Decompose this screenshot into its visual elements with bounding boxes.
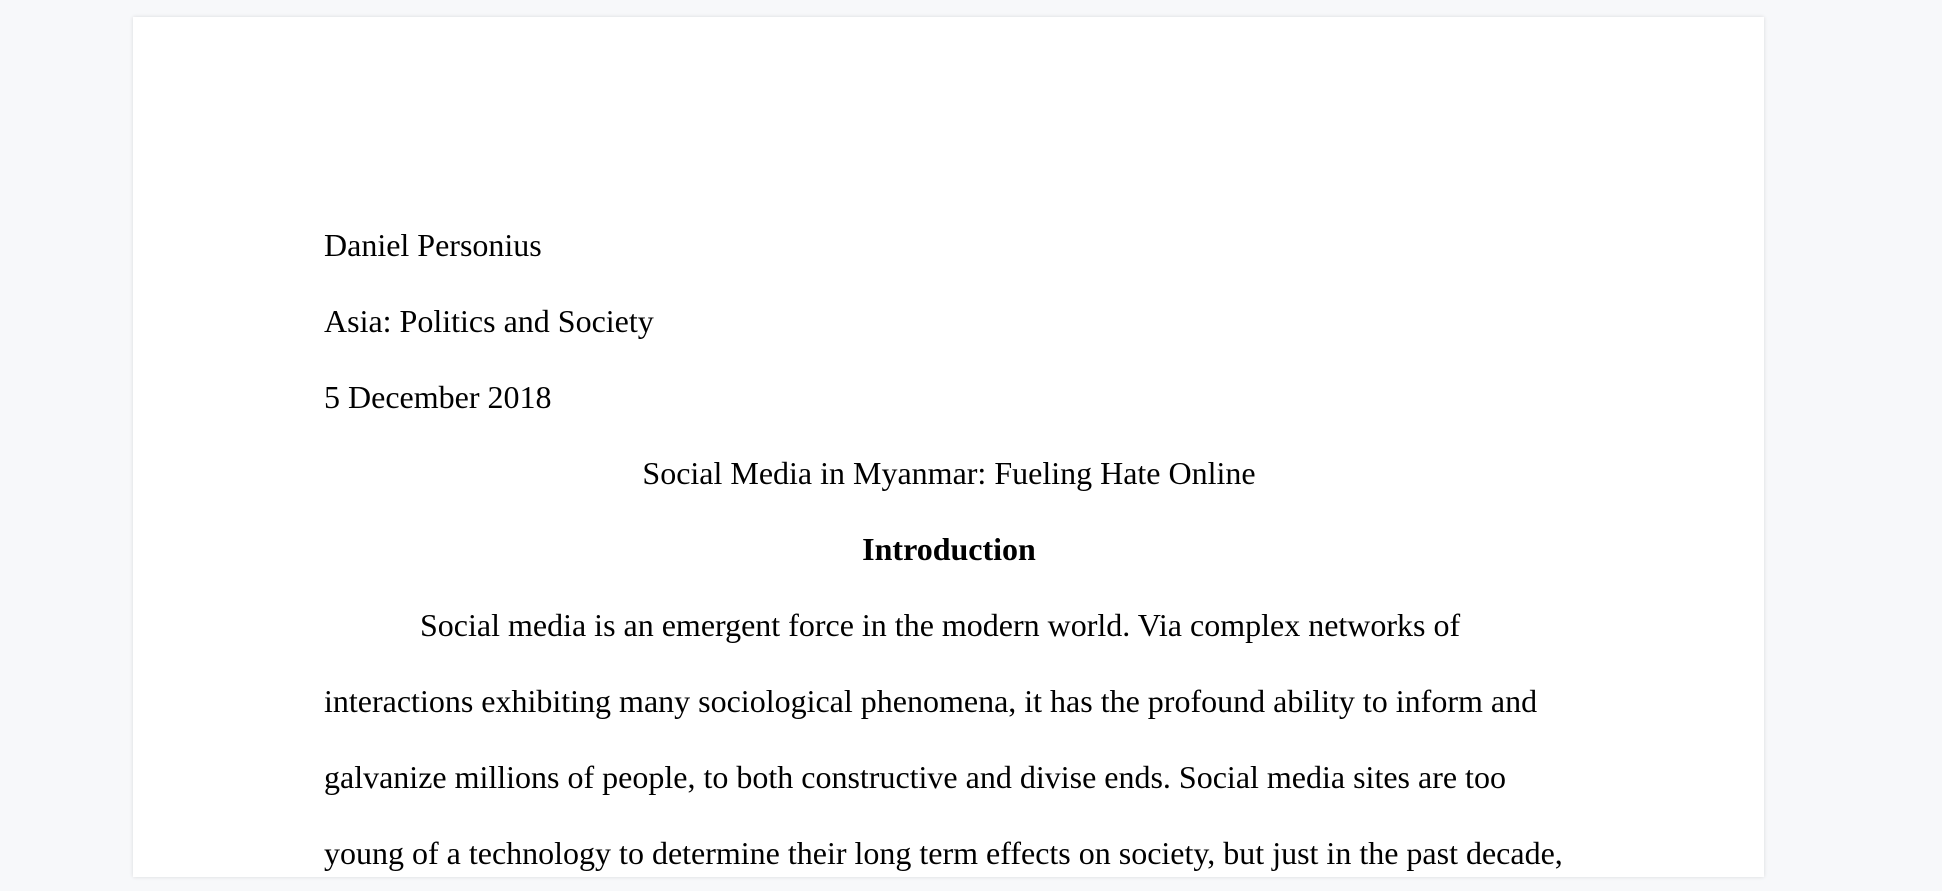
body-paragraph: Social media is an emergent force in the… bbox=[324, 587, 1574, 891]
document-body: Daniel Personius Asia: Politics and Soci… bbox=[324, 207, 1574, 891]
paragraph-line: interactions exhibiting many sociologica… bbox=[324, 683, 1538, 719]
document-date: 5 December 2018 bbox=[324, 379, 552, 415]
paragraph-line: Social media is an emergent force in the… bbox=[420, 607, 1461, 643]
author-name: Daniel Personius bbox=[324, 227, 542, 263]
course-name: Asia: Politics and Society bbox=[324, 303, 654, 339]
document-page: Daniel Personius Asia: Politics and Soci… bbox=[133, 17, 1764, 877]
paragraph-line: young of a technology to determine their… bbox=[324, 835, 1563, 871]
paragraph-line: galvanize millions of people, to both co… bbox=[324, 759, 1506, 795]
document-title: Social Media in Myanmar: Fueling Hate On… bbox=[642, 455, 1256, 491]
section-heading: Introduction bbox=[862, 531, 1036, 567]
